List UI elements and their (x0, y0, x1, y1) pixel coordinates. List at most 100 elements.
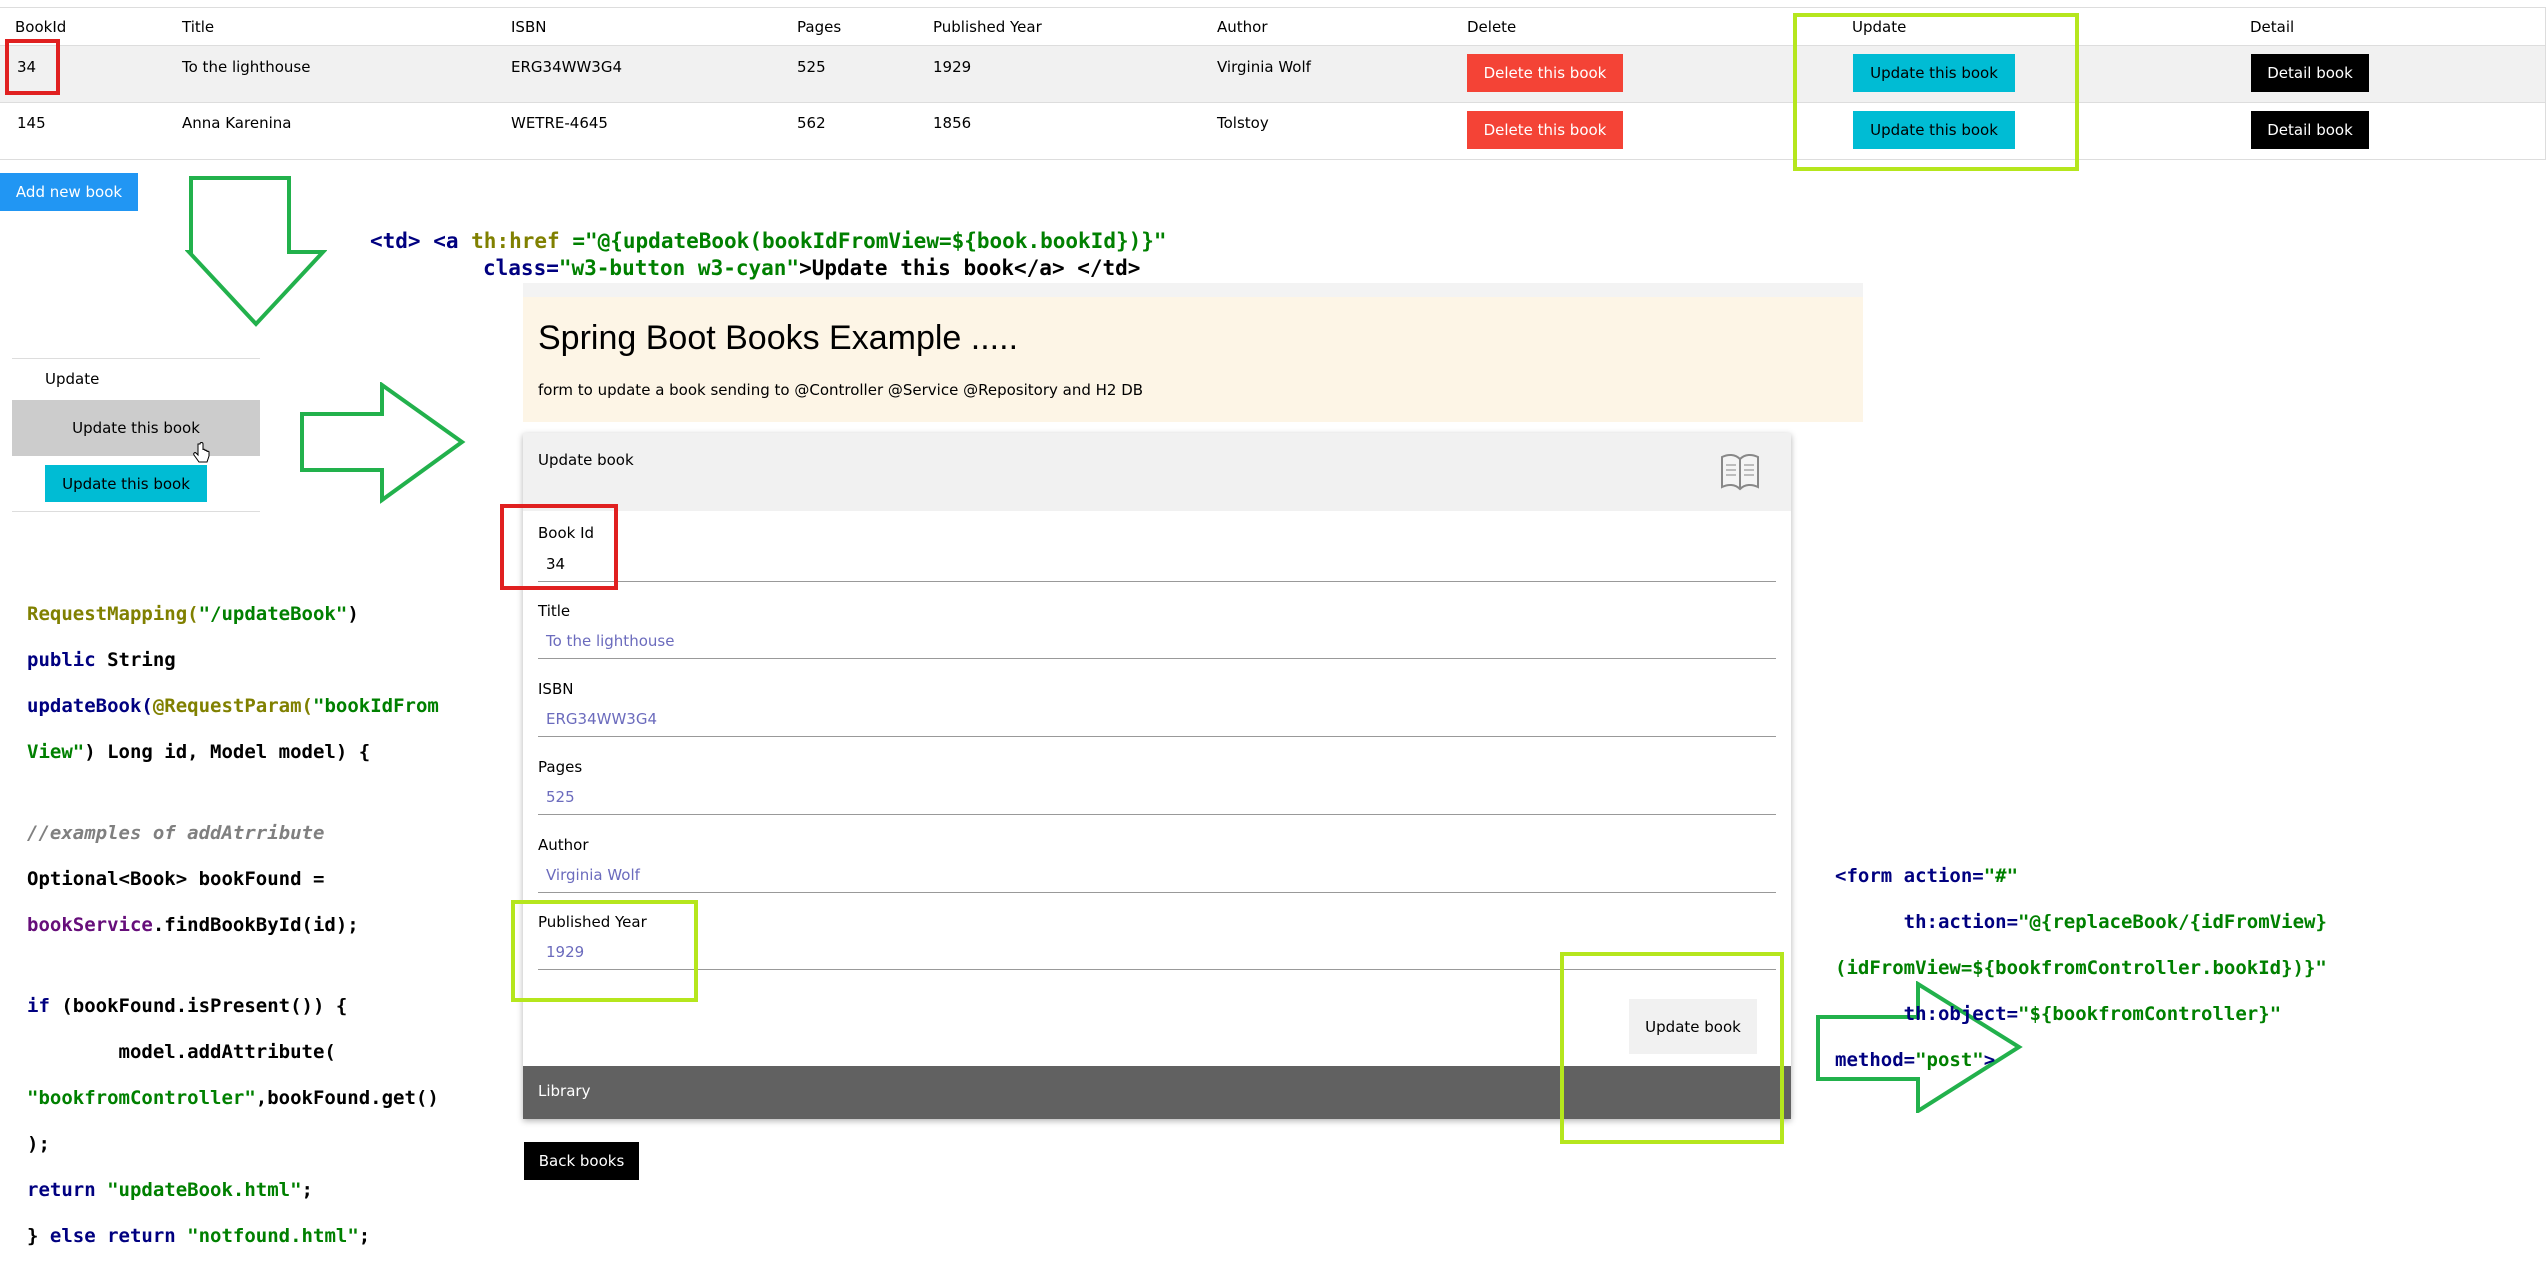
header-pages: Pages (797, 18, 842, 36)
highlight-update-column (1793, 13, 2079, 171)
author-input[interactable]: Virginia Wolf (538, 862, 1776, 893)
code-token: th:object= (1835, 1003, 2019, 1025)
code-token: th:action= (1835, 911, 2019, 933)
code-token: ,bookFound.get() (255, 1087, 439, 1109)
highlight-submit-lime (1560, 952, 1784, 1144)
code-token: } (27, 1225, 50, 1247)
code-token: "#" (1983, 865, 2019, 887)
pages-value: 525 (546, 788, 575, 806)
cell-pages: 562 (797, 114, 826, 132)
code-token: ; (358, 1225, 371, 1247)
card-title: Update book (538, 451, 634, 469)
code-token: bookService (27, 914, 153, 936)
zoom-top-border (12, 358, 260, 359)
cell-title: Anna Karenina (182, 114, 292, 132)
field-label-isbn: ISBN (538, 680, 574, 698)
delete-book-button[interactable]: Delete this book (1467, 111, 1623, 149)
delete-book-button[interactable]: Delete this book (1467, 54, 1623, 92)
code-token: return (27, 1179, 108, 1201)
code-token: "updateBook.html" (107, 1179, 302, 1201)
code-token: ) (347, 603, 359, 625)
cell-pages: 525 (797, 58, 826, 76)
code-token: "@{replaceBook/{idFromView} (2018, 911, 2327, 933)
highlight-year-field-lime (511, 900, 698, 1002)
code-token: ; (301, 1179, 313, 1201)
field-label-title: Title (538, 602, 571, 620)
card-header: Update book (523, 433, 1791, 511)
header-isbn: ISBN (511, 18, 547, 36)
code-token: <td> <a (370, 229, 472, 253)
update-book-button[interactable]: Update this book (45, 465, 207, 502)
cell-year: 1856 (933, 114, 972, 132)
header-title: Title (182, 18, 215, 36)
controller-code: RequestMapping("/updateBook") public Str… (27, 580, 439, 1271)
code-token: action= (1903, 865, 1984, 887)
books-table: BookId Title ISBN Pages Published Year A… (0, 0, 2546, 160)
code-token: ) Long id, Model model) { (84, 741, 371, 763)
cell-isbn: WETRE-4645 (511, 114, 608, 132)
pages-input[interactable]: 525 (538, 784, 1776, 815)
detail-book-button[interactable]: Detail book (2251, 54, 2369, 92)
code-token: (bookFound.isPresent()) { (49, 995, 348, 1017)
title-value: To the lighthouse (546, 632, 675, 650)
add-new-book-button[interactable]: Add new book (0, 173, 138, 211)
cell-title: To the lighthouse (182, 58, 311, 76)
field-label-pages: Pages (538, 758, 583, 776)
code-token: "bookIdFrom (313, 695, 439, 717)
code-token: .findBookById(id); (152, 914, 359, 936)
title-input[interactable]: To the lighthouse (538, 628, 1776, 659)
code-token: if (27, 995, 50, 1017)
cursor-hand-icon (193, 442, 210, 463)
code-token: "w3-button w3-cyan" (558, 256, 800, 280)
code-token: class= (483, 256, 559, 280)
table-row: 145 Anna Karenina WETRE-4645 562 1856 To… (0, 103, 2546, 160)
page-subtitle: form to update a book sending to @Contro… (538, 381, 1144, 399)
cell-author: Tolstoy (1217, 114, 1269, 132)
code-token: RequestMapping( (27, 603, 199, 625)
code-token: "post" (1915, 1049, 1984, 1071)
cell-bookid: 145 (17, 114, 46, 132)
back-books-button[interactable]: Back books (524, 1142, 639, 1180)
author-value: Virginia Wolf (546, 866, 640, 884)
update-book-button-hover[interactable]: Update this book (12, 400, 260, 456)
down-arrow-icon (185, 176, 327, 327)
code-token: >Update this book</a> </td> (799, 256, 1141, 280)
code-token: model.addAttribute( (27, 1041, 336, 1063)
code-token: "${bookfromController}" (2018, 1003, 2282, 1025)
isbn-value: ERG34WW3G4 (546, 710, 657, 728)
detail-book-button[interactable]: Detail book (2251, 111, 2369, 149)
code-token: "/updateBook" (198, 603, 348, 625)
cell-author: Virginia Wolf (1217, 58, 1311, 76)
code-token: ); (27, 1133, 50, 1155)
header-detail: Detail (2250, 18, 2295, 36)
form-code-snippet: <form action="#" th:action="@{replaceBoo… (1835, 842, 2327, 1095)
table-top-border (0, 7, 2546, 8)
header-delete: Delete (1467, 18, 1517, 36)
table-row: 34 To the lighthouse ERG34WW3G4 525 1929… (0, 46, 2546, 103)
code-token: //examples of addAtrribute (27, 822, 325, 844)
isbn-input[interactable]: ERG34WW3G4 (538, 706, 1776, 737)
zoom-header-update: Update (45, 370, 100, 388)
cell-year: 1929 (933, 58, 972, 76)
code-token: View" (27, 741, 85, 763)
code-token: public (27, 649, 108, 671)
code-token: String (107, 649, 176, 671)
right-arrow-icon (300, 382, 466, 504)
header-bookid: BookId (15, 18, 67, 36)
code-token: <form (1835, 865, 1904, 887)
bookid-input[interactable]: 34 (538, 551, 1776, 582)
highlight-bookid-red (5, 39, 60, 95)
header-published-year: Published Year (933, 18, 1042, 36)
highlight-bookid-field-red (500, 504, 618, 590)
code-token: > (1983, 1049, 1996, 1071)
td-code-snippet-line2: class="w3-button w3-cyan">Update this bo… (483, 235, 1140, 279)
header-author: Author (1217, 18, 1268, 36)
code-token: method= (1835, 1049, 1916, 1071)
book-icon (1721, 453, 1759, 491)
field-label-author: Author (538, 836, 589, 854)
code-token: (idFromView=${bookfromController.bookId}… (1835, 957, 2327, 979)
code-token: updateBook( (27, 695, 153, 717)
browser-strip (523, 283, 1863, 298)
code-token: "notfound.html" (187, 1225, 359, 1247)
code-token: @RequestParam( (152, 695, 313, 717)
